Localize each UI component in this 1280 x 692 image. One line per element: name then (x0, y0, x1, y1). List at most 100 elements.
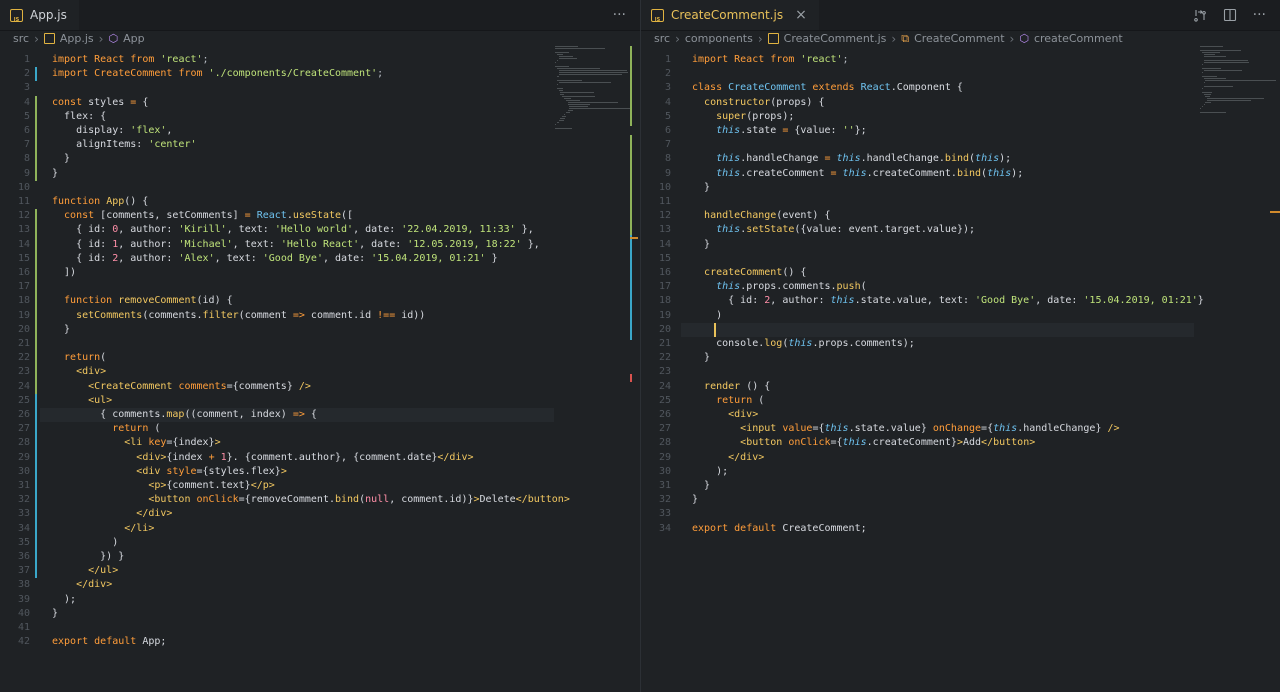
code-line[interactable]: 10 } (641, 181, 1280, 195)
code-editor[interactable]: 1 import React from 'react'; 2 import Creat… (0, 46, 640, 692)
code-line[interactable]: 27 <input value={this.state.value} onCha… (641, 422, 1280, 436)
code-line[interactable]: 8 this.handleChange = this.handleChange.… (641, 152, 1280, 166)
code-line[interactable]: 23 <div> (0, 365, 640, 380)
code-line[interactable]: 11 function App() { (0, 195, 640, 209)
code-line[interactable]: 29 <div>{index + 1}. {comment.author}, {… (0, 450, 640, 465)
code-line[interactable]: 28 <li key={index}> (0, 436, 640, 451)
code-line[interactable]: 33 </div> (0, 507, 640, 522)
code-line[interactable]: 25 return ( (641, 394, 1280, 408)
code-line[interactable]: 28 <button onClick={this.createComment}>… (641, 436, 1280, 450)
more-actions-icon[interactable]: ··· (613, 7, 626, 23)
code-line[interactable]: 9 this.createComment = this.createCommen… (641, 167, 1280, 181)
code-line[interactable]: 4 constructor(props) { (641, 96, 1280, 110)
gutter-change-mark[interactable] (35, 280, 37, 295)
gutter-change-mark[interactable] (35, 138, 37, 153)
code-line[interactable]: 5 flex: { (0, 109, 640, 124)
gutter-change-mark[interactable] (35, 337, 37, 352)
tab-app-js[interactable]: App.js (0, 0, 79, 30)
code-line[interactable]: 9} (0, 166, 640, 181)
tab-createcomment-js[interactable]: CreateComment.js × (641, 0, 819, 30)
code-line[interactable]: 11 (641, 195, 1280, 209)
gutter-change-mark[interactable] (35, 507, 37, 522)
code-line[interactable]: 34 export default CreateComment; (641, 522, 1280, 536)
code-line[interactable]: 42 export default App; (0, 635, 640, 649)
code-line[interactable]: 18 { id: 2, author: this.state.value, te… (641, 294, 1280, 308)
code-line[interactable]: 8 } (0, 152, 640, 167)
code-line[interactable]: 2 (641, 67, 1280, 81)
gutter-change-mark[interactable] (35, 464, 37, 479)
code-line[interactable]: 21 console.log(this.props.comments); (641, 337, 1280, 351)
gutter-change-mark[interactable] (35, 479, 37, 494)
code-line[interactable]: 29 </div> (641, 451, 1280, 465)
breadcrumb-item[interactable]: CreateComment.js (784, 32, 887, 45)
code-line[interactable]: 19 ) (641, 309, 1280, 323)
gutter-change-mark[interactable] (35, 493, 37, 508)
code-line[interactable]: 6 display: 'flex', (0, 124, 640, 139)
gutter-change-mark[interactable] (35, 209, 37, 224)
code-line[interactable]: 15 (641, 252, 1280, 266)
code-line[interactable]: 24 <CreateComment comments={comments} /> (0, 379, 640, 394)
code-line[interactable]: 17 (0, 280, 640, 295)
gutter-change-mark[interactable] (35, 294, 37, 309)
code-line[interactable]: 22 } (641, 351, 1280, 365)
breadcrumb-item[interactable]: App (123, 32, 145, 45)
code-line[interactable]: 25 <ul> (0, 393, 640, 408)
gutter-change-mark[interactable] (35, 535, 37, 550)
code-line[interactable]: 3 (0, 81, 640, 95)
gutter-change-mark[interactable] (35, 422, 37, 437)
gutter-change-mark[interactable] (35, 266, 37, 281)
code-line[interactable]: 7 alignItems: 'center' (0, 138, 640, 153)
code-line[interactable]: 16 createComment() { (641, 266, 1280, 280)
gutter-change-mark[interactable] (35, 166, 37, 181)
breadcrumb-item[interactable]: createComment (1034, 32, 1123, 45)
code-line[interactable]: 2 import CreateComment from './components… (0, 67, 640, 82)
code-line[interactable]: 22 return( (0, 351, 640, 366)
breadcrumb-item[interactable]: components (685, 32, 753, 45)
code-line[interactable]: 33 (641, 507, 1280, 521)
code-editor[interactable]: 1 import React from 'react'; 2 3 class Creat… (641, 46, 1280, 692)
gutter-change-mark[interactable] (35, 322, 37, 337)
gutter-change-mark[interactable] (35, 152, 37, 167)
code-line[interactable]: 20 } (0, 322, 640, 337)
code-line[interactable]: 10 (0, 181, 640, 195)
gutter-change-mark[interactable] (35, 109, 37, 124)
minimap[interactable] (555, 46, 635, 206)
code-line[interactable]: 34 </li> (0, 521, 640, 536)
gutter-change-mark[interactable] (35, 436, 37, 451)
code-line[interactable]: 13 { id: 0, author: 'Kirill', text: 'Hel… (0, 223, 640, 238)
code-line[interactable]: 14 { id: 1, author: 'Michael', text: 'He… (0, 237, 640, 252)
code-line[interactable]: 13 this.setState({value: event.target.va… (641, 223, 1280, 237)
breadcrumb-item[interactable]: App.js (60, 32, 94, 45)
gutter-change-mark[interactable] (35, 223, 37, 238)
code-line[interactable]: 18 function removeComment(id) { (0, 294, 640, 309)
gutter-change-mark[interactable] (35, 67, 37, 82)
gutter-change-mark[interactable] (35, 450, 37, 465)
close-icon[interactable]: × (795, 8, 807, 22)
code-line[interactable]: 24 render () { (641, 380, 1280, 394)
code-line[interactable]: 26 { comments.map((comment, index) => { (0, 408, 640, 423)
gutter-change-mark[interactable] (35, 393, 37, 408)
code-line[interactable]: 1 import React from 'react'; (641, 53, 1280, 67)
breadcrumb-item[interactable]: CreateComment (914, 32, 1004, 45)
gutter-change-mark[interactable] (35, 308, 37, 323)
code-line[interactable]: 17 this.props.comments.push( (641, 280, 1280, 294)
minimap[interactable] (1200, 46, 1280, 206)
breadcrumb-item[interactable]: src (13, 32, 29, 45)
code-line[interactable]: 32} (641, 493, 1280, 507)
code-line[interactable]: 19 setComments(comments.filter(comment =… (0, 308, 640, 323)
code-line[interactable]: 40} (0, 607, 640, 621)
gutter-change-mark[interactable] (35, 564, 37, 579)
gutter-change-mark[interactable] (35, 237, 37, 252)
gutter-change-mark[interactable] (35, 351, 37, 366)
code-line[interactable]: 12 handleChange(event) { (641, 209, 1280, 223)
code-line[interactable]: 26 <div> (641, 408, 1280, 422)
gutter-change-mark[interactable] (35, 521, 37, 536)
code-line[interactable]: 31 } (641, 479, 1280, 493)
gutter-change-mark[interactable] (35, 379, 37, 394)
code-line[interactable]: 35 ) (0, 535, 640, 550)
gutter-change-mark[interactable] (35, 95, 37, 110)
gutter-change-mark[interactable] (35, 408, 37, 423)
code-line[interactable]: 1 import React from 'react'; (0, 53, 640, 67)
code-line[interactable]: 16 ]) (0, 266, 640, 281)
code-line[interactable]: 7 (641, 138, 1280, 152)
